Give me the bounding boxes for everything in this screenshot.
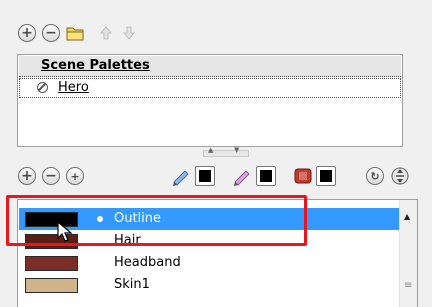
splitter-up-icon: ▲: [208, 146, 214, 154]
refresh-icon[interactable]: ↻: [366, 167, 384, 185]
panel-splitter[interactable]: ▲ ▼: [203, 146, 249, 157]
splitter-down-icon: ▼: [234, 146, 240, 154]
move-down-icon[interactable]: [121, 25, 137, 41]
line-color-pencil-icon[interactable]: [171, 166, 191, 186]
color-name: Headband: [114, 255, 181, 270]
color-name: Skin1: [114, 277, 150, 292]
palette-item-hero[interactable]: Hero: [19, 78, 401, 98]
line-color-swatch-button[interactable]: [195, 166, 215, 186]
fill-pencil-icon[interactable]: [232, 166, 252, 186]
colour-swatch-icon[interactable]: [293, 166, 313, 186]
scroll-up-arrow-icon[interactable]: ▲: [404, 212, 410, 221]
scroll-grip-icon[interactable]: ≡: [404, 280, 412, 291]
color-swatch: [25, 278, 78, 293]
color-swatch: [25, 256, 78, 271]
add-palette-button[interactable]: +: [18, 24, 36, 42]
colour-swatch-button[interactable]: [316, 166, 336, 186]
scene-palettes-header[interactable]: Scene Palettes: [19, 56, 401, 77]
remove-color-button[interactable]: −: [42, 167, 60, 185]
color-row-headband[interactable]: Headband: [19, 252, 399, 274]
remove-palette-button[interactable]: −: [42, 24, 60, 42]
palette-lock-icon: [37, 82, 48, 93]
move-up-icon[interactable]: [98, 25, 114, 41]
add-color-button[interactable]: +: [18, 167, 36, 185]
highlight-box: [6, 195, 307, 246]
folder-icon[interactable]: [65, 24, 85, 42]
scene-palettes-panel: Scene Palettes Hero: [17, 54, 403, 147]
duplicate-color-button[interactable]: +: [66, 167, 84, 185]
color-row-skin1[interactable]: Skin1: [19, 274, 399, 296]
palette-item-label: Hero: [58, 80, 89, 95]
vertical-scrollbar[interactable]: ▲ ≡: [399, 200, 417, 307]
scene-palettes-title: Scene Palettes: [41, 58, 150, 73]
sort-icon[interactable]: [391, 166, 409, 186]
fill-color-swatch-button[interactable]: [256, 166, 276, 186]
